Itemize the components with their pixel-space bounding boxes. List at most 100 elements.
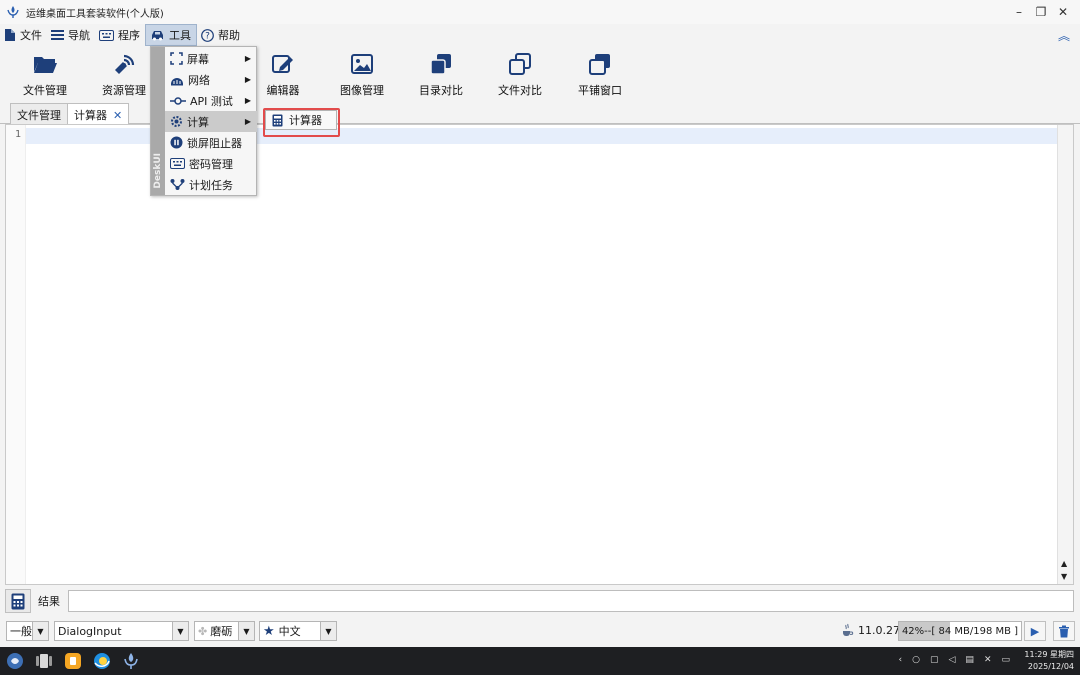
network-off-icon[interactable]: ✕ — [984, 655, 992, 665]
highlight-box — [263, 108, 340, 137]
toolbar-tile-windows-label: 平铺窗口 — [578, 84, 622, 97]
menu-program-label: 程序 — [118, 29, 140, 42]
memory-usage-text: 42%--[ 84 MB/198 MB ] — [901, 625, 1019, 637]
restore-button[interactable]: ❐ — [1030, 1, 1052, 23]
memory-usage-bar[interactable]: 42%--[ 84 MB/198 MB ] — [898, 621, 1022, 641]
menu-navigate[interactable]: 导航 — [47, 24, 95, 46]
system-tray: ‹ ○ ▢ ◁ ▤ ✕ ▭ — [899, 655, 1010, 665]
result-label: 结果 — [38, 595, 60, 608]
run-button[interactable]: ▶ — [1024, 621, 1046, 641]
menu-item-lock-blocker[interactable]: 锁屏阻止器 — [165, 132, 257, 153]
maple-leaf-icon: ✤ — [198, 624, 208, 638]
menu-program[interactable]: 程序 — [95, 24, 145, 46]
submenu-arrow-icon: ▶ — [244, 54, 251, 63]
scroll-down-icon[interactable]: ▼ — [1061, 572, 1067, 581]
gear-icon — [171, 116, 182, 127]
menu-item-password-manager[interactable]: 密码管理 — [165, 153, 257, 174]
result-field[interactable] — [68, 590, 1074, 612]
toolbar-image-manager-label: 图像管理 — [340, 84, 384, 97]
menu-item-network-label: 网络 — [188, 73, 210, 87]
tab-file-manager[interactable]: 文件管理 — [10, 103, 68, 125]
search-icon[interactable]: ○ — [912, 655, 920, 665]
browser-icon[interactable] — [93, 652, 111, 670]
toolbar-file-manager[interactable]: 文件管理 — [5, 50, 85, 98]
menu-item-api-test[interactable]: API 测试 ▶ — [165, 90, 257, 111]
folder-open-icon — [34, 57, 57, 73]
tab-calculator[interactable]: 计算器 ✕ — [67, 103, 130, 126]
pause-circle-icon — [170, 136, 183, 149]
menu-navigate-label: 导航 — [68, 29, 90, 42]
collapse-toolbar-icon[interactable]: ︽ — [1058, 27, 1070, 44]
menu-item-screen[interactable]: 屏幕 ▶ — [165, 48, 257, 69]
menu-item-api-test-label: API 测试 — [190, 94, 233, 108]
tab-close-icon[interactable]: ✕ — [113, 109, 122, 122]
screenshot-icon[interactable]: ▢ — [930, 655, 939, 665]
java-version-label: 11.0.27 — [858, 623, 900, 637]
toolbar-file-manager-label: 文件管理 — [23, 84, 67, 97]
menu-item-network[interactable]: 网络 ▶ — [165, 69, 257, 90]
volume-icon[interactable]: ◁ — [949, 655, 956, 665]
toolbar-dir-compare[interactable]: 目录对比 — [401, 50, 481, 98]
menu-item-screen-label: 屏幕 — [187, 52, 209, 66]
toolbar-image-manager[interactable]: 图像管理 — [322, 50, 402, 98]
menu-file[interactable]: 文件 — [0, 24, 47, 46]
toolbar-file-compare[interactable]: 文件对比 — [480, 50, 560, 98]
tab-file-manager-label: 文件管理 — [17, 108, 61, 122]
toolbar-dir-compare-label: 目录对比 — [419, 84, 463, 97]
menu-item-scheduled-tasks-label: 计划任务 — [189, 178, 233, 192]
menu-item-scheduled-tasks[interactable]: 计划任务 — [165, 174, 257, 195]
font-select[interactable]: DialogInput ▼ — [54, 621, 189, 641]
calculator-button[interactable] — [5, 589, 31, 613]
multitask-view-icon[interactable] — [35, 652, 53, 670]
app-store-icon[interactable] — [64, 652, 82, 670]
level-select[interactable]: 一般 ▼ — [6, 621, 49, 641]
keyboard-icon — [99, 29, 114, 41]
trash-icon — [1059, 625, 1069, 637]
java-cup-icon — [843, 623, 854, 636]
menu-help-label: 帮助 — [218, 29, 240, 42]
submenu-arrow-icon: ▶ — [244, 117, 251, 126]
menu-item-calculate[interactable]: 计算 ▶ — [165, 111, 257, 132]
toolbar-file-compare-label: 文件对比 — [498, 84, 542, 97]
start-menu-icon[interactable] — [6, 652, 24, 670]
language-select-value: 中文 — [278, 625, 301, 638]
chevron-down-icon: ▼ — [238, 622, 254, 640]
menu-help[interactable]: ? 帮助 — [197, 24, 245, 46]
clock-time: 11:29 星期四 — [1024, 650, 1074, 659]
line-number: 1 — [15, 129, 22, 140]
font-select-value: DialogInput — [58, 624, 122, 638]
toolbar-tile-windows[interactable]: 平铺窗口 — [560, 50, 640, 98]
chevron-down-icon: ▼ — [320, 622, 336, 640]
tile-window-icon — [589, 54, 610, 75]
scroll-up-icon[interactable]: ▲ — [1061, 559, 1067, 568]
clock-date: 2025/12/04 — [1027, 662, 1074, 671]
app-logo-icon[interactable] — [122, 652, 140, 670]
vertical-scrollbar[interactable]: ▲ ▼ — [1057, 125, 1073, 584]
status-bar: 一般 ▼ DialogInput ▼ ✤ 磨砺 ▼ ★ 中文 ▼ 11.0.27… — [0, 619, 1080, 643]
chevron-left-icon[interactable]: ‹ — [899, 655, 903, 665]
menu-lines-icon — [51, 30, 64, 40]
edit-icon — [272, 55, 293, 73]
keyboard-tray-icon[interactable]: ▤ — [965, 655, 974, 665]
menu-item-calculate-label: 计算 — [187, 115, 209, 129]
copy-icon — [509, 53, 531, 75]
theme-select[interactable]: ✤ 磨砺 ▼ — [194, 621, 255, 641]
clear-button[interactable] — [1053, 621, 1075, 641]
menu-tools[interactable]: 工具 — [145, 24, 197, 46]
minimize-button[interactable]: – — [1008, 1, 1030, 23]
java-version: 11.0.27 — [840, 623, 900, 637]
tab-calculator-label: 计算器 — [74, 109, 107, 122]
tools-dropdown-menu: DeskUI 屏幕 ▶ 网络 ▶ API 测试 ▶ 计算 ▶ 锁屏阻止器 密码管… — [150, 46, 257, 196]
menu-tools-label: 工具 — [169, 29, 191, 42]
level-select-value: 一般 — [10, 625, 32, 638]
layers-icon — [430, 54, 451, 75]
menu-item-password-manager-label: 密码管理 — [189, 157, 233, 171]
window-title: 运维桌面工具套装软件(个人版) — [26, 8, 164, 20]
system-clock[interactable]: 11:29 星期四 2025/12/04 — [1024, 649, 1074, 673]
calculator-icon — [11, 593, 25, 609]
satellite-icon — [115, 54, 135, 74]
notification-icon[interactable]: ▭ — [1001, 655, 1010, 665]
language-select[interactable]: ★ 中文 ▼ — [259, 621, 337, 641]
close-button[interactable]: ✕ — [1052, 1, 1074, 23]
network-icon — [171, 77, 183, 85]
